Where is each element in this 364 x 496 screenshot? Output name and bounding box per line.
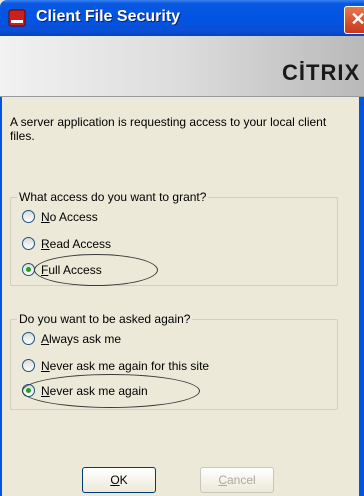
radio-label: No Access bbox=[41, 210, 98, 224]
cancel-button[interactable]: Cancel bbox=[200, 467, 274, 493]
window-border-left bbox=[0, 36, 2, 496]
ask-again-group-legend: Do you want to be asked again? bbox=[19, 312, 191, 326]
radio-label: Always ask me bbox=[41, 332, 122, 346]
ok-label: K bbox=[119, 473, 128, 487]
radio-always-ask[interactable]: Always ask me bbox=[22, 332, 121, 348]
radio-label: Never ask me again bbox=[41, 384, 148, 398]
radio-button-selected[interactable] bbox=[22, 384, 35, 397]
close-button[interactable]: ✕ bbox=[344, 6, 364, 34]
radio-label: Read Access bbox=[41, 237, 112, 251]
radio-full-access[interactable]: Full Access bbox=[22, 263, 102, 279]
radio-button[interactable] bbox=[22, 210, 35, 223]
radio-never-ask[interactable]: Never ask me again bbox=[22, 384, 148, 400]
ok-button[interactable]: OK bbox=[82, 467, 156, 493]
access-group-legend: What access do you want to grant? bbox=[19, 190, 207, 204]
cancel-key: C bbox=[218, 473, 227, 487]
citrix-logo: CİTRIX bbox=[282, 60, 361, 85]
window-title: Client File Security bbox=[36, 8, 181, 25]
window-border-right bbox=[359, 36, 364, 496]
citrix-shield-icon bbox=[8, 9, 26, 27]
title-bar[interactable]: Client File Security ✕ bbox=[0, 0, 364, 36]
radio-label: Full Access bbox=[41, 263, 102, 277]
radio-never-ask-site[interactable]: Never ask me again for this site bbox=[22, 359, 209, 375]
radio-button[interactable] bbox=[22, 237, 35, 250]
radio-read-access[interactable]: Read Access bbox=[22, 237, 111, 253]
client-file-security-dialog: Client File Security ✕ CİTRIX A server a… bbox=[0, 0, 364, 496]
request-message: A server application is requesting acces… bbox=[10, 115, 327, 143]
radio-label: Never ask me again for this site bbox=[41, 359, 210, 373]
radio-no-access[interactable]: No Access bbox=[22, 210, 98, 226]
radio-button-selected[interactable] bbox=[22, 263, 35, 276]
ok-key: O bbox=[110, 473, 120, 487]
cancel-label: ancel bbox=[226, 473, 256, 487]
radio-button[interactable] bbox=[22, 359, 35, 372]
radio-button[interactable] bbox=[22, 332, 35, 345]
close-icon: ✕ bbox=[350, 9, 364, 29]
